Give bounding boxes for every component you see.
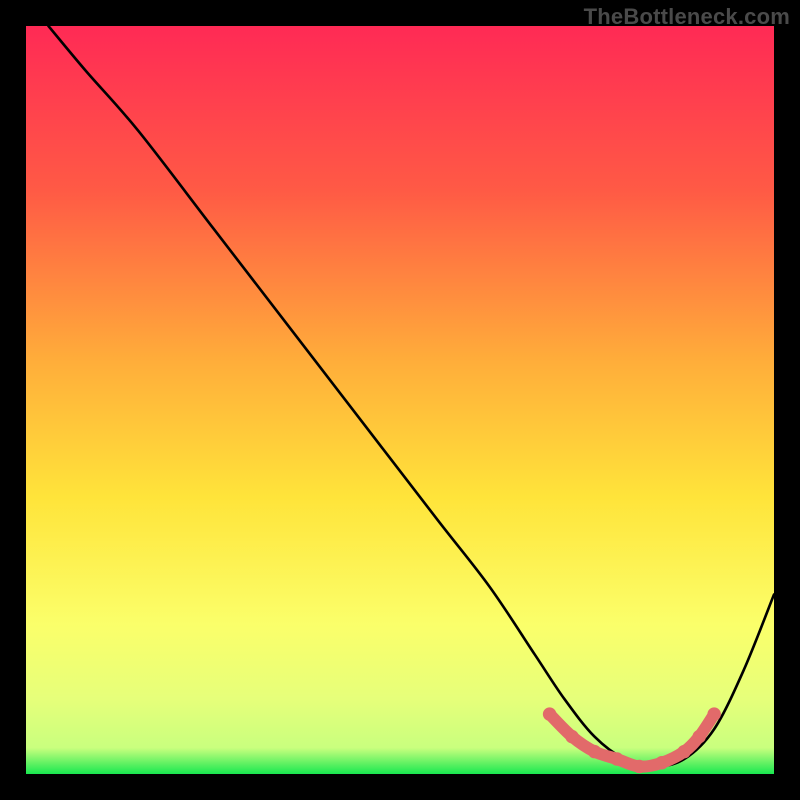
plot-area	[26, 26, 774, 774]
chart-frame: TheBottleneck.com	[0, 0, 800, 800]
watermark-text: TheBottleneck.com	[584, 4, 790, 30]
background-gradient	[26, 26, 774, 774]
gradient-rect	[26, 26, 774, 774]
